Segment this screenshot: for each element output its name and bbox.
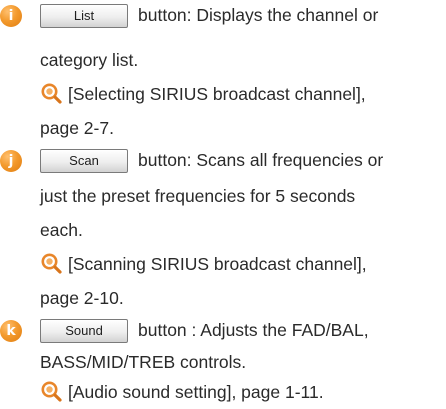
list-reference-text: [Selecting SIRIUS broadcast channel], <box>68 84 366 104</box>
magnifier-reference-icon <box>41 381 62 402</box>
scan-description-line3: each. <box>40 220 83 240</box>
sound-description-line2: BASS/MID/TREB controls. <box>40 352 247 372</box>
sound-reference: [Audio sound setting], page 1-11. <box>40 380 324 404</box>
list-description-line2: category list. <box>40 50 139 70</box>
list-description-line1: button: Displays the channel or <box>138 5 379 25</box>
item-i-badge-icon: i <box>0 5 22 27</box>
magnifier-reference-icon <box>41 253 62 274</box>
item-j-badge-icon: j <box>0 150 22 172</box>
sound-button[interactable]: Sound <box>40 319 128 343</box>
scan-reference-page: page 2-10. <box>40 288 124 308</box>
list-reference-page: page 2-7. <box>40 118 114 138</box>
sound-reference-text: [Audio sound setting], page 1-11. <box>68 382 324 402</box>
magnifier-reference-icon <box>41 83 62 104</box>
item-k-badge-icon: k <box>0 320 22 342</box>
sound-description-line1: button : Adjusts the FAD/BAL, <box>138 320 369 340</box>
list-reference: [Selecting SIRIUS broadcast channel], <box>40 82 366 106</box>
scan-reference-text: [Scanning SIRIUS broadcast channel], <box>68 254 367 274</box>
scan-button[interactable]: Scan <box>40 149 128 173</box>
scan-description-line2: just the preset frequencies for 5 second… <box>40 186 356 206</box>
manual-page: i List button: Displays the channel or c… <box>0 0 446 409</box>
list-button[interactable]: List <box>40 4 128 28</box>
scan-reference: [Scanning SIRIUS broadcast channel], <box>40 252 367 276</box>
scan-description-line1: button: Scans all frequencies or <box>138 150 384 170</box>
